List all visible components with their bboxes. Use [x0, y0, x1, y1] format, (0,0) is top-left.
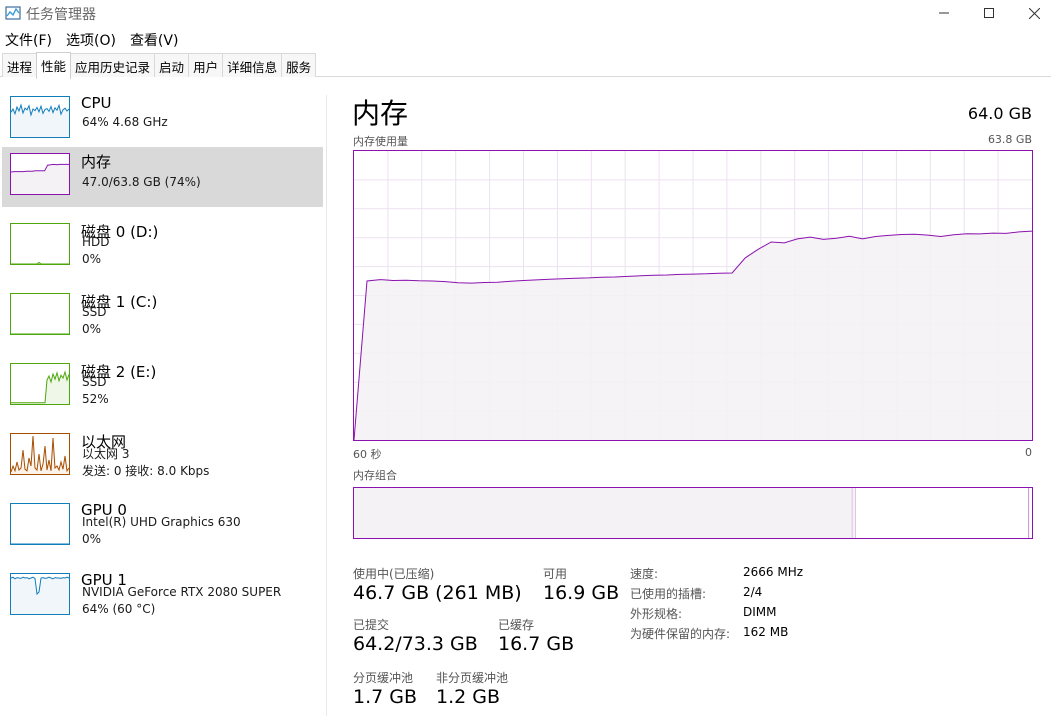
memory-usage-chart	[354, 151, 1032, 440]
maximize-button[interactable]	[966, 0, 1012, 26]
tab-performance[interactable]: 性能	[36, 52, 72, 79]
menu-bar: 文件(F) 选项(O) 查看(V)	[0, 28, 187, 50]
memory-composition-bar	[353, 487, 1033, 539]
resource-detail: 发送: 0 接收: 8.0 Kbps	[82, 464, 210, 478]
slots-used-label: 已使用的插槽:	[630, 587, 707, 601]
resource-gpu-1[interactable]: GPU 1 NVIDIA GeForce RTX 2080 SUPER 64% …	[2, 567, 323, 627]
resource-name: 内存	[81, 153, 112, 171]
resource-detail: 0%	[82, 532, 102, 546]
resource-detail: 以太网 3	[82, 447, 130, 461]
tab-services[interactable]: 服务	[281, 53, 317, 77]
resource-cpu[interactable]: CPU 64% 4.68 GHz	[2, 90, 323, 150]
resource-detail: SSD	[82, 305, 107, 319]
menu-options[interactable]: 选项(O)	[61, 28, 121, 50]
nonpaged-pool-value: 1.2 GB	[436, 686, 501, 708]
thumb-border	[10, 293, 70, 335]
cpu-mini-graph	[10, 96, 70, 138]
tab-app-history[interactable]: 应用历史记录	[70, 53, 156, 77]
resource-list: CPU 64% 4.68 GHz 内存 47.0/63.8 GB (74%) 磁…	[0, 90, 326, 716]
thumb-border	[10, 503, 70, 545]
resource-ethernet[interactable]: 以太网 以太网 3 发送: 0 接收: 8.0 Kbps	[2, 427, 323, 487]
disk2-mini-graph	[10, 363, 70, 405]
in-use-label: 使用中(已压缩)	[353, 567, 435, 581]
memory-usage-graph	[353, 150, 1033, 441]
title-bar: 任务管理器	[0, 0, 1051, 26]
tab-bar: 进程 性能 应用历史记录 启动 用户 详细信息 服务	[0, 52, 1051, 79]
cached-label: 已缓存	[498, 618, 535, 632]
thumb-line	[10, 435, 70, 473]
nonpaged-pool-label: 非分页缓冲池	[436, 671, 509, 685]
resource-detail: 64% 4.68 GHz	[82, 115, 168, 129]
minimize-button[interactable]	[921, 0, 967, 26]
resource-disk-2[interactable]: 磁盘 2 (E:) SSD 52%	[2, 357, 323, 417]
gpu0-mini-graph	[10, 503, 70, 545]
paged-pool-label: 分页缓冲池	[353, 671, 414, 685]
task-manager-icon	[5, 5, 21, 21]
speed-label: 速度:	[630, 567, 659, 581]
resource-detail: 47.0/63.8 GB (74%)	[82, 175, 201, 189]
tab-startup[interactable]: 启动	[154, 53, 190, 77]
disk1-mini-graph	[10, 293, 70, 335]
resource-gpu-0[interactable]: GPU 0 Intel(R) UHD Graphics 630 0%	[2, 497, 323, 557]
standby-segment	[855, 488, 1029, 538]
slots-used-value: 2/4	[743, 585, 763, 599]
thumb-border	[10, 223, 70, 265]
hardware-reserved-value: 162 MB	[743, 625, 789, 639]
resource-detail: 0%	[82, 322, 102, 336]
resource-detail: SSD	[82, 375, 107, 389]
resource-detail: Intel(R) UHD Graphics 630	[82, 515, 241, 529]
composition-label: 内存组合	[353, 469, 397, 482]
available-value: 16.9 GB	[543, 582, 620, 604]
tab-details[interactable]: 详细信息	[222, 53, 283, 77]
usage-graph-label: 内存使用量	[353, 135, 408, 148]
time-axis-right: 0	[1025, 446, 1032, 459]
resource-detail: 0%	[82, 252, 102, 266]
modified-segment	[852, 488, 856, 538]
pane-divider[interactable]	[326, 95, 327, 716]
hardware-reserved-label: 为硬件保留的内存:	[630, 627, 731, 641]
in-use-value: 46.7 GB (261 MB)	[353, 582, 522, 604]
cached-value: 16.7 GB	[498, 633, 575, 655]
resource-detail: 64% (60 °C)	[82, 602, 156, 616]
form-factor-label: 外形规格:	[630, 607, 683, 621]
committed-value: 64.2/73.3 GB	[353, 633, 478, 655]
resource-disk-1[interactable]: 磁盘 1 (C:) SSD 0%	[2, 287, 323, 347]
ethernet-mini-graph	[10, 433, 70, 475]
tab-processes[interactable]: 进程	[2, 53, 38, 77]
paged-pool-value: 1.7 GB	[353, 686, 418, 708]
time-axis-left: 60 秒	[353, 448, 382, 461]
menu-file[interactable]: 文件(F)	[0, 28, 57, 50]
menu-view[interactable]: 查看(V)	[125, 28, 184, 50]
memory-mini-graph	[10, 153, 70, 195]
resource-memory[interactable]: 内存 47.0/63.8 GB (74%)	[2, 147, 323, 207]
resource-detail: 52%	[82, 392, 109, 406]
resource-detail: HDD	[82, 235, 110, 249]
close-button[interactable]	[1011, 0, 1051, 26]
minimize-icon	[939, 12, 949, 14]
resource-disk-0[interactable]: 磁盘 0 (D:) HDD 0%	[2, 217, 323, 277]
memory-composition-chart	[354, 488, 1030, 538]
window-title: 任务管理器	[26, 7, 96, 23]
close-icon	[1028, 7, 1040, 19]
form-factor-value: DIMM	[743, 605, 777, 619]
available-label: 可用	[543, 567, 568, 581]
tab-users[interactable]: 用户	[188, 53, 224, 77]
resource-detail: NVIDIA GeForce RTX 2080 SUPER	[82, 585, 282, 599]
maximize-icon	[984, 8, 994, 18]
thumb-area	[11, 164, 69, 194]
gpu1-mini-graph	[10, 573, 70, 615]
total-memory: 64.0 GB	[967, 104, 1032, 123]
thumb-line	[11, 261, 69, 265]
resource-name: CPU	[81, 94, 112, 112]
page-title: 内存	[352, 97, 409, 130]
thumb-area	[11, 436, 69, 474]
usage-graph-max: 63.8 GB	[987, 133, 1032, 146]
speed-value: 2666 MHz	[743, 565, 804, 579]
committed-label: 已提交	[353, 618, 390, 632]
in-use-segment	[354, 488, 853, 538]
disk0-mini-graph	[10, 223, 70, 265]
